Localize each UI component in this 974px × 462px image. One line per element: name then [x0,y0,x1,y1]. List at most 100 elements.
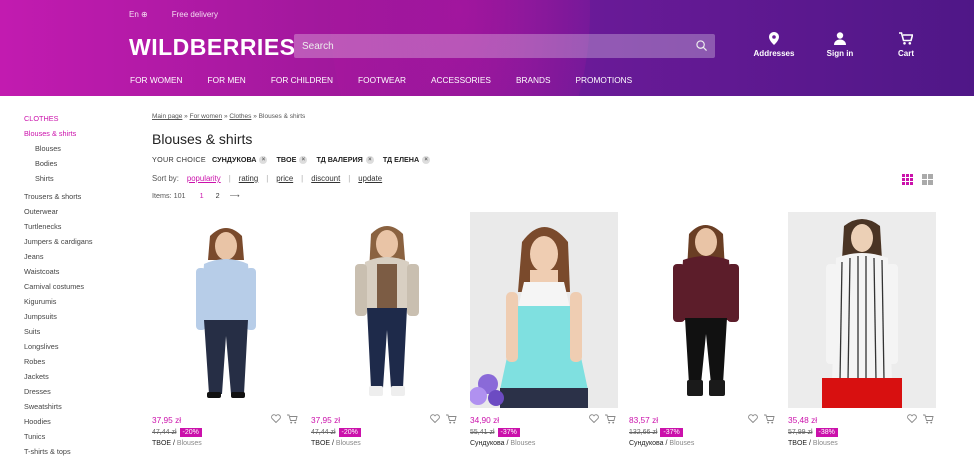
nav-brands[interactable]: BRANDS [516,75,551,85]
sidebar-item-shirts[interactable]: Shirts [24,174,93,189]
filter-chip[interactable]: ТД ВАЛЕРИЯ × [316,155,374,164]
product-category: Blouses [510,440,536,447]
nav-for-men[interactable]: FOR MEN [208,75,246,85]
language-label: En [129,10,139,19]
brand-name[interactable]: TBOE [311,440,330,447]
brand-name[interactable]: Сундукова [629,440,664,447]
search-input[interactable] [294,34,715,58]
cart-icon[interactable] [923,414,934,424]
close-icon[interactable]: × [299,155,308,164]
sort-popularity[interactable]: popularity [187,174,221,183]
discount-badge: -37% [660,428,683,437]
sidebar-item-outerwear[interactable]: Outerwear [24,207,93,222]
breadcrumb-for-women[interactable]: For women [190,113,223,120]
cart-icon[interactable] [446,414,457,424]
sidebar-item-sweatshirts[interactable]: Sweatshirts [24,402,93,417]
close-icon[interactable]: × [422,155,431,164]
sidebar-item-jumpers-cardigans[interactable]: Jumpers & cardigans [24,237,93,252]
brand-name[interactable]: TBOE [152,440,171,447]
product-card[interactable]: 34,90 zł 55,41 zł -37% Сундукова / Blouse… [470,212,618,447]
sidebar-item-clothes[interactable]: CLOTHES [24,114,93,129]
sidebar-item-tunics[interactable]: Tunics [24,432,93,447]
free-delivery-link[interactable]: Free delivery [172,10,218,19]
sidebar-item-waistcoats[interactable]: Waistcoats [24,267,93,282]
page-2[interactable]: 2 [216,191,220,200]
product-image[interactable] [311,212,459,408]
filter-chip[interactable]: ТД ЕЛЕНА × [383,155,431,164]
sidebar-item-blouses[interactable]: Blouses [24,144,93,159]
product-image[interactable] [629,212,777,408]
brand-name[interactable]: Сундукова [470,440,505,447]
sidebar-item-turtlenecks[interactable]: Turtlenecks [24,222,93,237]
sign-in-button[interactable]: Sign in [816,32,864,58]
product-brand: TBOE / Blouses [311,440,361,447]
heart-icon[interactable] [589,414,599,423]
product-card[interactable]: 83,57 zł 132,66 zł -37% Сундукова / Blous… [629,212,777,447]
old-price: 47,44 zł [311,429,336,436]
nav-promotions[interactable]: PROMOTIONS [576,75,633,85]
breadcrumb-clothes[interactable]: Clothes [229,113,251,120]
grid-large-icon[interactable] [922,174,933,185]
site-logo[interactable]: WILDBERRIES [129,34,296,61]
catalog-main: Main page » For women » Clothes » Blouse… [152,113,439,200]
heart-icon[interactable] [907,414,917,423]
heart-icon[interactable] [748,414,758,423]
sort-update[interactable]: update [358,174,382,183]
product-card[interactable]: 37,95 zł 47,44 zł -20% TBOE / Blouses [152,212,300,447]
sort-discount[interactable]: discount [311,174,340,183]
sidebar-item-jeans[interactable]: Jeans [24,252,93,267]
product-category: Blouses [176,440,202,447]
nav-footwear[interactable]: FOOTWEAR [358,75,406,85]
discount-badge: -38% [815,428,838,437]
sidebar-item-carnival-costumes[interactable]: Carnival costumes [24,282,93,297]
sidebar-item-suits[interactable]: Suits [24,327,93,342]
product-card[interactable]: 37,95 zł 47,44 zł -20% TBOE / Blouses [311,212,459,447]
nav-for-children[interactable]: FOR CHILDREN [271,75,333,85]
product-image[interactable] [788,212,936,408]
sort-price[interactable]: price [276,174,293,183]
close-icon[interactable]: × [365,155,374,164]
language-selector[interactable]: En ⊕ [129,10,148,19]
heart-icon[interactable] [430,414,440,423]
breadcrumb-current: Blouses & shirts [258,113,306,120]
next-page-arrow-icon[interactable]: ⟶ [230,191,240,200]
sidebar-item-trousers-shorts[interactable]: Trousers & shorts [24,192,93,207]
sidebar-item-jackets[interactable]: Jackets [24,372,93,387]
sidebar-item-robes[interactable]: Robes [24,357,93,372]
sidebar-item-longslives[interactable]: Longslives [24,342,93,357]
page-1[interactable]: 1 [200,191,204,200]
nav-accessories[interactable]: ACCESSORIES [431,75,491,85]
brand-name[interactable]: TBOE [788,440,807,447]
sidebar-item-bodies[interactable]: Bodies [24,159,93,174]
breadcrumb-main-page[interactable]: Main page [152,113,182,120]
grid-small-icon[interactable] [902,174,913,185]
sort-rating[interactable]: rating [239,174,259,183]
product-image[interactable] [152,212,300,408]
sidebar-item-jumpsuits[interactable]: Jumpsuits [24,312,93,327]
sidebar-item-kigurumis[interactable]: Kigurumis [24,297,93,312]
sidebar-item-t-shirts-tops[interactable]: T-shirts & tops [24,447,93,462]
sidebar-item-hoodies[interactable]: Hoodies [24,417,93,432]
cart-button[interactable]: Cart [882,32,930,58]
cart-icon[interactable] [605,414,616,424]
filter-chip[interactable]: TBOE × [276,155,308,164]
top-bar: En ⊕ Free delivery [129,10,218,19]
close-icon[interactable]: × [259,155,268,164]
cart-icon[interactable] [287,414,298,424]
sidebar-item-blouses-shirts[interactable]: Blouses & shirts [24,129,93,144]
search-bar [294,34,715,58]
addresses-button[interactable]: Addresses [750,32,798,58]
sidebar-item-dresses[interactable]: Dresses [24,387,93,402]
product-actions [748,414,775,424]
old-price: 132,66 zł [629,429,658,436]
user-icon [834,32,846,45]
cart-icon[interactable] [764,414,775,424]
product-image[interactable] [470,212,618,408]
active-filters: YOUR CHOICE СУНДУКОВА × TBOE × ТД ВАЛЕРИЯ ×… [152,155,439,164]
old-price-row: 47,44 zł -20% [311,428,459,437]
search-icon[interactable] [696,40,707,51]
nav-for-women[interactable]: FOR WOMEN [130,75,183,85]
filter-chip[interactable]: СУНДУКОВА × [212,155,268,164]
heart-icon[interactable] [271,414,281,423]
product-card[interactable]: 35,48 zł 57,99 zł -38% TBOE / Blouses [788,212,936,447]
